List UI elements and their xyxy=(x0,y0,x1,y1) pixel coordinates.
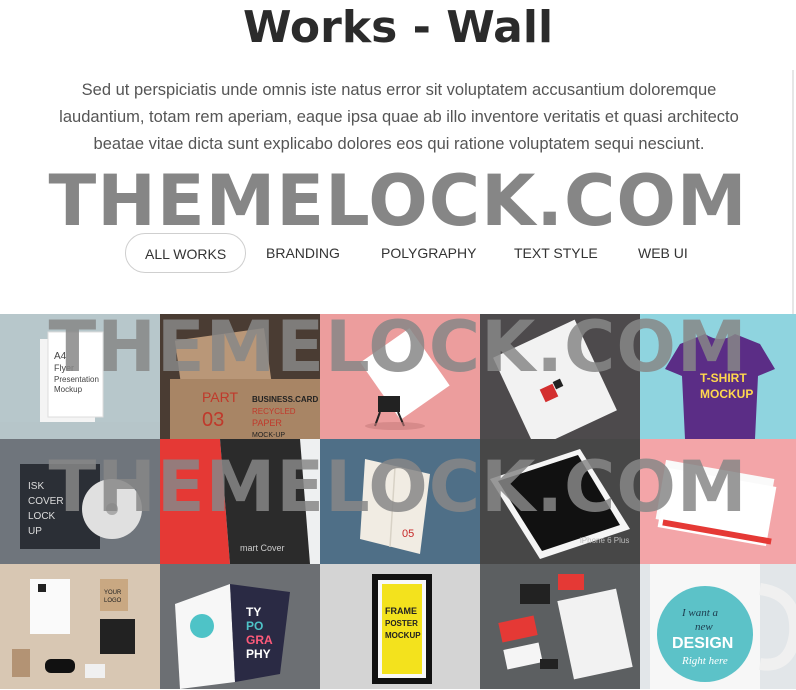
typo-text-4: PHY xyxy=(246,647,271,661)
flyer-text-a4: A4 xyxy=(54,351,67,362)
work-a4-flyer-mockup[interactable]: A4 Flyer Presentation Mockup xyxy=(0,314,160,439)
mug-text-2: new xyxy=(695,621,713,633)
mug-text-1: I want a xyxy=(681,607,719,619)
filter-polygraphy[interactable]: POLYGRAPHY xyxy=(381,233,476,273)
stationery-text-your: YOUR xyxy=(104,590,122,596)
smart-cover-text: mart Cover xyxy=(240,543,285,553)
letterhead-image xyxy=(480,314,640,439)
stacked-cards-image xyxy=(640,439,796,564)
poster-text-mockup: MOCKUP xyxy=(385,631,421,640)
cd-cover-image: ISK COVER LOCK UP xyxy=(0,439,160,564)
work-frame-poster-mockup[interactable]: FRAME POSTER MOCKUP xyxy=(320,564,480,689)
branding-identity-image xyxy=(480,564,640,689)
mug-image: I want a new DESIGN Right here xyxy=(640,564,796,689)
folded-paper-image: 05 xyxy=(320,439,480,564)
folded-paper-number: 05 xyxy=(402,528,414,540)
card-text-number: 03 xyxy=(202,409,224,431)
filter-branding[interactable]: BRANDING xyxy=(266,233,340,273)
iphone-text: iPhone 6 Plus xyxy=(580,536,629,545)
cd-text-3: LOCK xyxy=(28,511,56,522)
filter-all-works[interactable]: ALL WORKS xyxy=(125,233,247,273)
work-card-clip-mockup[interactable] xyxy=(320,314,480,439)
tshirt-text-1: T-SHIRT xyxy=(700,371,747,385)
typo-text-1: TY xyxy=(246,605,261,619)
work-business-card-mockup[interactable]: PART 03 BUSINESS.CARD RECYCLED PAPER MOC… xyxy=(160,314,320,439)
card-text-recycled: RECYCLED xyxy=(252,407,296,416)
intro-paragraph: Sed ut perspiciatis unde omnis iste natu… xyxy=(59,81,739,153)
flyer-text-mockup: Mockup xyxy=(54,385,83,394)
flyer-text-flyer: Flyer xyxy=(54,363,74,373)
stationery-set-image: YOUR LOGO xyxy=(0,564,160,689)
a4-flyer-image: A4 Flyer Presentation Mockup xyxy=(0,314,160,439)
mug-text-3: DESIGN xyxy=(672,635,733,652)
work-cd-cover-mockup[interactable]: ISK COVER LOCK UP xyxy=(0,439,160,564)
card-text-mockup: MOCK-UP xyxy=(252,432,285,439)
poster-text-frame: FRAME xyxy=(385,606,417,616)
stationery-text-logo: LOGO xyxy=(104,598,122,604)
iphone-image: iPhone 6 Plus xyxy=(480,439,640,564)
work-letterhead-mockup[interactable] xyxy=(480,314,640,439)
work-tshirt-mockup[interactable]: T-SHIRT MOCKUP xyxy=(640,314,796,439)
work-smart-cover-mockup[interactable]: mart Cover xyxy=(160,439,320,564)
typo-text-3: GRA xyxy=(246,633,273,647)
smart-cover-image: mart Cover xyxy=(160,439,320,564)
poster-text-poster: POSTER xyxy=(385,619,418,628)
cd-text-1: ISK xyxy=(28,481,44,492)
cd-text-2: COVER xyxy=(28,496,64,507)
work-typography-brochure-mockup[interactable]: TY PO GRA PHY xyxy=(160,564,320,689)
watermark-text: THEMELOCK.COM xyxy=(48,160,748,242)
typography-brochure-image: TY PO GRA PHY xyxy=(160,564,320,689)
mug-text-4: Right here xyxy=(681,655,728,667)
work-folded-paper-mockup[interactable]: 05 xyxy=(320,439,480,564)
flyer-text-presentation: Presentation xyxy=(54,375,99,384)
works-grid: A4 Flyer Presentation Mockup PART 03 BUS… xyxy=(0,314,796,690)
card-text-business-card: BUSINESS.CARD xyxy=(252,395,318,404)
tshirt-image: T-SHIRT MOCKUP xyxy=(640,314,796,439)
work-stationery-set-mockup[interactable]: YOUR LOGO xyxy=(0,564,160,689)
tshirt-text-2: MOCKUP xyxy=(700,387,753,401)
cd-text-4: UP xyxy=(28,526,42,537)
business-card-image: PART 03 BUSINESS.CARD RECYCLED PAPER MOC… xyxy=(160,314,320,439)
work-branding-identity-mockup[interactable] xyxy=(480,564,640,689)
page-title: Works - Wall xyxy=(242,2,554,53)
filter-text-style[interactable]: TEXT STYLE xyxy=(514,233,598,273)
card-text-part: PART xyxy=(202,389,238,405)
work-iphone-mockup[interactable]: iPhone 6 Plus xyxy=(480,439,640,564)
work-stacked-cards-mockup[interactable] xyxy=(640,439,796,564)
filter-web-ui[interactable]: WEB UI xyxy=(638,233,688,273)
card-clip-image xyxy=(320,314,480,439)
frame-poster-image: FRAME POSTER MOCKUP xyxy=(320,564,480,689)
typo-text-2: PO xyxy=(246,619,263,633)
card-text-paper: PAPER xyxy=(252,418,282,428)
filter-bar: ALL WORKS BRANDING POLYGRAPHY TEXT STYLE… xyxy=(0,233,796,275)
work-mug-mockup[interactable]: I want a new DESIGN Right here xyxy=(640,564,796,689)
